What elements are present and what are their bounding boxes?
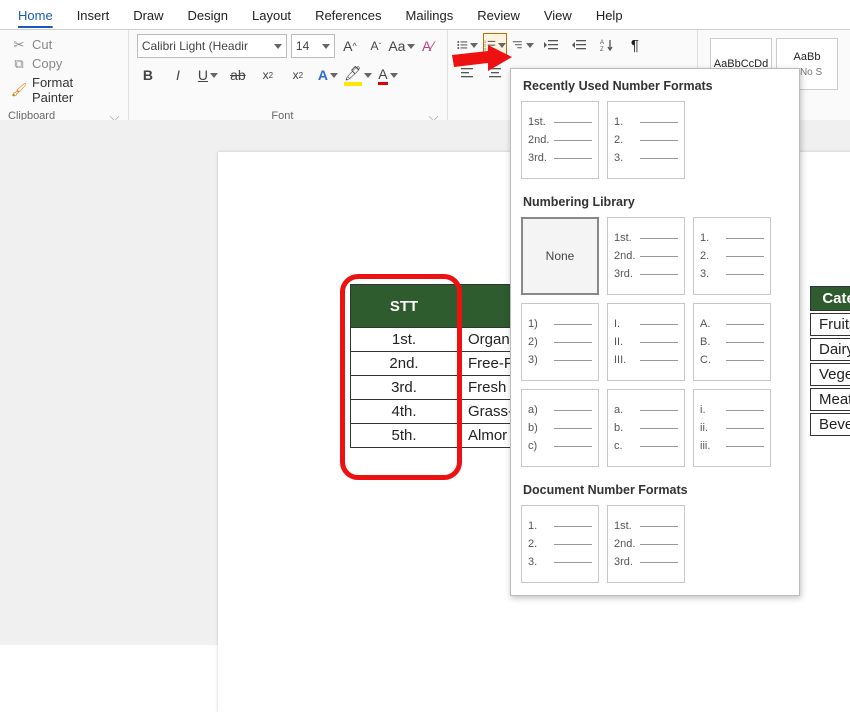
table-row[interactable]: Dairy bbox=[810, 338, 850, 361]
cut-button[interactable]: ✂ Cut bbox=[12, 36, 116, 53]
tab-mailings[interactable]: Mailings bbox=[394, 4, 466, 29]
svg-text:3: 3 bbox=[484, 47, 486, 51]
tab-view[interactable]: View bbox=[532, 4, 584, 29]
table-row[interactable]: 4th.Grass- bbox=[351, 400, 531, 424]
table-row[interactable]: 2nd.Free-F bbox=[351, 352, 531, 376]
category-table[interactable]: Cate Fruits Dairy Veget Meat Bever bbox=[808, 284, 850, 438]
italic-button[interactable]: I bbox=[167, 64, 189, 86]
copy-label: Copy bbox=[32, 56, 62, 71]
main-table[interactable]: STT 1st.Organ 2nd.Free-F 3rd.Fresh 4th.G… bbox=[350, 284, 531, 448]
num-format-decimal[interactable]: 1. 2. 3. bbox=[607, 101, 685, 179]
decrease-font-button[interactable]: Aˇ bbox=[365, 35, 387, 57]
tab-references[interactable]: References bbox=[303, 4, 393, 29]
bold-button[interactable]: B bbox=[137, 64, 159, 86]
table-row[interactable]: Veget bbox=[810, 363, 850, 386]
font-name-combo[interactable]: Calibri Light (Headir bbox=[137, 34, 287, 58]
num-format-ordinal[interactable]: 1st. 2nd. 3rd. bbox=[607, 505, 685, 583]
num-format-roman[interactable]: I. II. III. bbox=[607, 303, 685, 381]
num-format-lower-roman[interactable]: i. ii. iii. bbox=[693, 389, 771, 467]
numbering-button[interactable]: 123 bbox=[484, 34, 506, 56]
table-row[interactable]: Meat bbox=[810, 388, 850, 411]
chevron-down-icon bbox=[322, 44, 330, 49]
format-painter-label: Format Painter bbox=[32, 75, 116, 105]
num-format-paren[interactable]: 1) 2) 3) bbox=[521, 303, 599, 381]
num-format-lower-paren[interactable]: a) b) c) bbox=[521, 389, 599, 467]
tab-help[interactable]: Help bbox=[584, 4, 635, 29]
font-name-value: Calibri Light (Headir bbox=[142, 39, 248, 53]
tab-home[interactable]: Home bbox=[6, 4, 65, 29]
tab-draw[interactable]: Draw bbox=[121, 4, 175, 29]
scissors-icon: ✂ bbox=[12, 38, 26, 52]
superscript-button[interactable]: x2 bbox=[287, 64, 309, 86]
subscript-button[interactable]: x2 bbox=[257, 64, 279, 86]
svg-text:A: A bbox=[600, 40, 604, 46]
group-clipboard: ✂ Cut ⧉ Copy 🖌 Format Painter Clipboard bbox=[0, 30, 129, 126]
menu-tabs: Home Insert Draw Design Layout Reference… bbox=[0, 0, 850, 30]
clear-formatting-button[interactable]: A∕ bbox=[417, 35, 439, 57]
table-row[interactable]: 5th.Almor bbox=[351, 424, 531, 448]
strikethrough-button[interactable]: ab bbox=[227, 64, 249, 86]
show-marks-button[interactable]: ¶ bbox=[624, 34, 646, 56]
num-format-ordinal[interactable]: 1st. 2nd. 3rd. bbox=[521, 101, 599, 179]
bullets-button[interactable] bbox=[456, 34, 478, 56]
col-header-stt[interactable]: STT bbox=[351, 285, 458, 328]
num-format-lower-alpha[interactable]: a. b. c. bbox=[607, 389, 685, 467]
font-size-combo[interactable]: 14 bbox=[291, 34, 335, 58]
num-format-none[interactable]: None bbox=[521, 217, 599, 295]
copy-icon: ⧉ bbox=[12, 57, 26, 71]
cut-label: Cut bbox=[32, 37, 52, 52]
underline-button[interactable]: U bbox=[197, 64, 219, 86]
multilevel-list-button[interactable] bbox=[512, 34, 534, 56]
svg-text:Z: Z bbox=[600, 47, 604, 53]
align-left-button[interactable] bbox=[456, 62, 478, 84]
table-row[interactable]: 1st.Organ bbox=[351, 328, 531, 352]
table-row[interactable]: Bever bbox=[810, 413, 850, 436]
increase-indent-button[interactable] bbox=[568, 34, 590, 56]
num-format-upper-alpha[interactable]: A. B. C. bbox=[693, 303, 771, 381]
tab-design[interactable]: Design bbox=[176, 4, 240, 29]
tab-review[interactable]: Review bbox=[465, 4, 532, 29]
chevron-down-icon bbox=[498, 43, 506, 48]
sort-button[interactable]: AZ bbox=[596, 34, 618, 56]
table-row[interactable]: Fruits bbox=[810, 313, 850, 336]
font-color-button[interactable]: A bbox=[377, 64, 399, 86]
copy-button[interactable]: ⧉ Copy bbox=[12, 55, 116, 72]
align-center-button[interactable] bbox=[484, 62, 506, 84]
increase-font-button[interactable]: A^ bbox=[339, 35, 361, 57]
format-painter-button[interactable]: 🖌 Format Painter bbox=[12, 74, 116, 106]
change-case-button[interactable]: Aa bbox=[391, 35, 413, 57]
font-size-value: 14 bbox=[296, 39, 309, 53]
num-format-ordinal[interactable]: 1st. 2nd. 3rd. bbox=[607, 217, 685, 295]
table-row[interactable]: 3rd.Fresh bbox=[351, 376, 531, 400]
chevron-down-icon bbox=[526, 43, 534, 48]
num-format-decimal[interactable]: 1. 2. 3. bbox=[693, 217, 771, 295]
brush-icon: 🖌 bbox=[12, 83, 26, 97]
section-numbering-library: Numbering Library bbox=[511, 185, 799, 217]
num-format-decimal[interactable]: 1. 2. 3. bbox=[521, 505, 599, 583]
section-document-formats: Document Number Formats bbox=[511, 473, 799, 505]
group-font: Calibri Light (Headir 14 A^ Aˇ Aa A∕ B I… bbox=[129, 30, 448, 126]
tab-layout[interactable]: Layout bbox=[240, 4, 303, 29]
section-recently-used: Recently Used Number Formats bbox=[511, 69, 799, 101]
text-effects-button[interactable]: A bbox=[317, 64, 339, 86]
tab-insert[interactable]: Insert bbox=[65, 4, 122, 29]
highlight-button[interactable]: 🖊 bbox=[347, 64, 369, 86]
numbering-dropdown: Recently Used Number Formats 1st. 2nd. 3… bbox=[510, 68, 800, 596]
decrease-indent-button[interactable] bbox=[540, 34, 562, 56]
col-header-category[interactable]: Cate bbox=[810, 286, 850, 311]
chevron-down-icon bbox=[274, 44, 282, 49]
chevron-down-icon bbox=[470, 43, 478, 48]
